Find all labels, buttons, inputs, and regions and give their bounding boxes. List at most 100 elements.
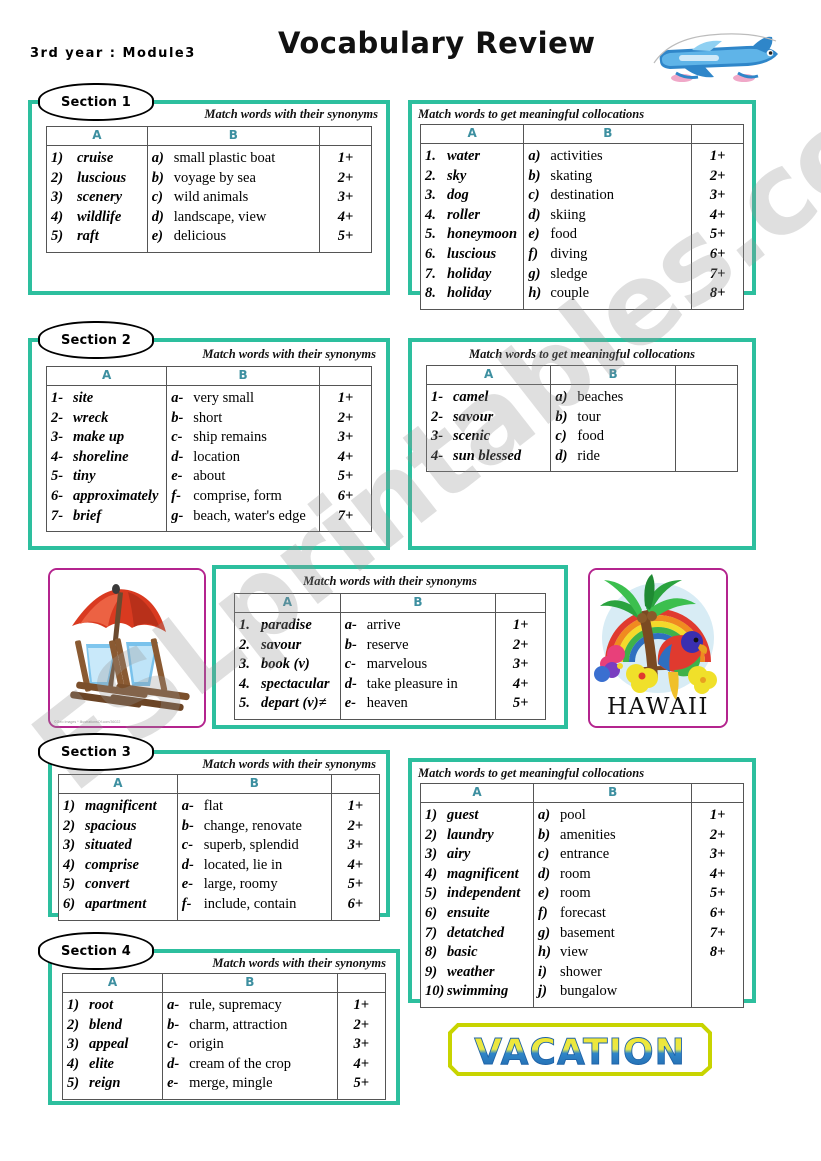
answer-slot[interactable]: 1+ bbox=[324, 149, 367, 169]
column-a-cell[interactable]: 1- camel 2- savour 3- scenic 4- sun blessed bbox=[425, 383, 552, 473]
match-item-key: 4) bbox=[63, 856, 76, 873]
match-item-value: large, roomy bbox=[203, 876, 278, 893]
answer-slot[interactable]: 3+ bbox=[696, 845, 739, 865]
match-item-key: 5) bbox=[67, 1075, 80, 1092]
answer-column-cell[interactable]: 1+ 2+ 3+ 4+ 5+ 6+ 7+ 8+ bbox=[691, 802, 744, 1008]
answer-slot[interactable]: 4+ bbox=[696, 206, 739, 226]
answer-slot[interactable]: 8+ bbox=[696, 284, 739, 304]
column-b-cell[interactable]: a) small plastic boat b) voyage by sea c) wil… bbox=[146, 145, 321, 253]
answer-slot[interactable]: 2+ bbox=[336, 817, 375, 837]
answer-slot[interactable]: 2+ bbox=[696, 826, 739, 846]
answer-column-cell[interactable]: 1+ 2+ 3+ 4+ 5+ bbox=[495, 612, 546, 720]
match-item-key: c) bbox=[538, 846, 550, 863]
answer-slot[interactable]: 1+ bbox=[696, 147, 739, 167]
answer-slot[interactable]: 3+ bbox=[324, 428, 367, 448]
match-item-value: location bbox=[193, 448, 240, 465]
answer-slot[interactable]: 7+ bbox=[696, 265, 739, 285]
answer-slot[interactable]: 3+ bbox=[500, 655, 541, 675]
column-a-cell[interactable]: 1) magnificent 2) spacious 3) situated 4) compr… bbox=[58, 793, 178, 921]
column-a-cell[interactable]: 1) guest 2) laundry 3) airy 4) magnificent 5) ind… bbox=[419, 802, 535, 1008]
match-item-key: d- bbox=[181, 856, 194, 873]
answer-slot[interactable]: 1+ bbox=[324, 389, 367, 409]
column-b-cell[interactable]: a-rule, supremacy b-charm, attraction c-or… bbox=[162, 992, 338, 1100]
answer-column-cell[interactable]: 1+ 2+ 3+ 4+ 5+ bbox=[336, 992, 387, 1100]
answer-slot[interactable]: 3+ bbox=[336, 836, 375, 856]
answer-slot[interactable]: 5+ bbox=[324, 227, 367, 247]
match-item-key: 1. bbox=[239, 617, 250, 633]
answer-column-cell[interactable]: 1+ 2+ 3+ 4+ 5+ 6+ bbox=[330, 793, 381, 921]
column-b-cell[interactable]: a-flat b-change, renovate c-superb, splend… bbox=[176, 793, 332, 921]
column-b-cell[interactable]: a-very small b-short c-ship remains d-locat… bbox=[166, 384, 320, 533]
match-item-value: wildlife bbox=[77, 208, 122, 225]
match-table[interactable]: A B 1) cruise 2) luscious 3) scenery 4) wildlif… bbox=[46, 126, 372, 253]
match-item-value: merge, mingle bbox=[189, 1075, 273, 1092]
answer-slot[interactable]: 8+ bbox=[696, 943, 739, 963]
answer-slot[interactable]: 1+ bbox=[500, 616, 541, 636]
answer-slot[interactable]: 5+ bbox=[336, 875, 375, 895]
match-table[interactable]: A B 1. water 2. sky 3. dog 4. roller 5. honeymoon… bbox=[419, 124, 744, 310]
section-4-synonyms-panel: Match words with their synonyms A B 1) ro… bbox=[48, 949, 400, 1105]
match-item-value: weather bbox=[447, 963, 495, 980]
panel-title: Match words to get meaningful collocatio… bbox=[418, 107, 645, 121]
answer-slot[interactable]: 3+ bbox=[342, 1035, 381, 1055]
answer-slot[interactable]: 4+ bbox=[500, 675, 541, 695]
column-a-cell[interactable]: 1) root 2) blend 3) appeal 4) elite 5) reign bbox=[61, 992, 164, 1100]
answer-slot[interactable]: 4+ bbox=[336, 856, 375, 876]
answer-slot[interactable]: 5+ bbox=[500, 694, 541, 714]
answer-slot[interactable]: 2+ bbox=[324, 169, 367, 189]
answer-column-cell[interactable]: 1+ 2+ 3+ 4+ 5+ 6+ 7+ bbox=[319, 384, 372, 533]
column-a-cell[interactable]: 1. water 2. sky 3. dog 4. roller 5. honeymoon 6. lu… bbox=[419, 143, 525, 310]
answer-slot[interactable]: 5+ bbox=[696, 225, 739, 245]
answer-slot[interactable]: 5+ bbox=[324, 467, 367, 487]
column-a-cell[interactable]: 1- site 2- wreck 3- make up 4- shoreline 5- tiny 6… bbox=[45, 384, 168, 533]
match-table[interactable]: A B 1) guest 2) laundry 3) airy 4) magnificent 5… bbox=[419, 783, 744, 1008]
column-a-cell[interactable]: 1. paradise 2. savour 3. book (v) 4. spectacula… bbox=[234, 612, 341, 720]
answer-slot[interactable]: 4+ bbox=[696, 865, 739, 885]
answer-slot[interactable]: 7+ bbox=[324, 507, 367, 527]
answer-column-cell[interactable] bbox=[674, 383, 739, 473]
match-item-key: g) bbox=[528, 265, 541, 282]
answer-column-cell[interactable]: 1+ 2+ 3+ 4+ 5+ 6+ 7+ 8+ bbox=[691, 143, 744, 310]
answer-slot[interactable]: 5+ bbox=[696, 884, 739, 904]
answer-slot[interactable]: 2+ bbox=[342, 1016, 381, 1036]
answer-slot[interactable]: 1+ bbox=[336, 797, 375, 817]
match-table[interactable]: A B 1) root 2) blend 3) appeal 4) elite 5) reign … bbox=[61, 973, 387, 1100]
answer-slot[interactable]: 4+ bbox=[324, 208, 367, 228]
column-a-cell[interactable]: 1) cruise 2) luscious 3) scenery 4) wildlife 5) r… bbox=[46, 145, 148, 253]
answer-slot[interactable]: 1+ bbox=[342, 996, 381, 1016]
answer-slot[interactable]: 2+ bbox=[324, 409, 367, 429]
match-item-value: located, lie in bbox=[203, 856, 283, 873]
match-table[interactable]: A B 1- site 2- wreck 3- make up 4- shoreline 5- t… bbox=[45, 366, 372, 533]
match-table[interactable]: A B 1- camel 2- savour 3- scenic 4- sun blessed… bbox=[425, 365, 739, 473]
column-b-cell[interactable]: a) beaches b) tour c) food d) ride bbox=[550, 383, 676, 473]
match-item-value: origin bbox=[189, 1036, 224, 1053]
answer-slot[interactable]: 3+ bbox=[696, 186, 739, 206]
answer-column-cell[interactable]: 1+ 2+ 3+ 4+ 5+ bbox=[319, 145, 372, 253]
match-item-value: small plastic boat bbox=[173, 150, 276, 166]
answer-slot[interactable]: 4+ bbox=[324, 448, 367, 468]
column-b-cell[interactable]: a) pool b) amenities c) entrance d) room e) room f… bbox=[533, 802, 693, 1008]
column-header-b: B bbox=[550, 365, 676, 385]
match-item-key: c) bbox=[151, 189, 164, 206]
answer-slot[interactable]: 2+ bbox=[500, 636, 541, 656]
match-table[interactable]: A B 1. paradise 2. savour 3. book (v) 4. specta… bbox=[234, 593, 546, 720]
answer-slot[interactable]: 6+ bbox=[324, 487, 367, 507]
column-b-cell[interactable]: a) activities b) skating c) destination d) skii… bbox=[523, 143, 693, 310]
answer-slot[interactable]: 1+ bbox=[696, 806, 739, 826]
answer-slot[interactable]: 7+ bbox=[696, 924, 739, 944]
answer-slot[interactable]: 2+ bbox=[696, 167, 739, 187]
answer-slot[interactable]: 6+ bbox=[696, 245, 739, 265]
match-item-value: roller bbox=[447, 206, 481, 223]
match-item-value: convert bbox=[85, 876, 130, 893]
answer-slot[interactable]: 4+ bbox=[342, 1055, 381, 1075]
answer-slot[interactable]: 6+ bbox=[696, 904, 739, 924]
match-item: 2- wreck bbox=[51, 409, 162, 429]
match-item-key: b) bbox=[538, 826, 551, 843]
answer-slot[interactable]: 6+ bbox=[336, 895, 375, 915]
answer-slot[interactable]: 3+ bbox=[324, 188, 367, 208]
match-table[interactable]: A B 1) magnificent 2) spacious 3) situated 4) c… bbox=[58, 774, 381, 921]
match-item: 5- tiny bbox=[51, 467, 162, 487]
answer-slot[interactable]: 5+ bbox=[342, 1074, 381, 1094]
column-b-cell[interactable]: a-arrive b-reserve c-marvelous d-take pleas… bbox=[339, 612, 497, 720]
match-item: e) delicious bbox=[152, 227, 315, 247]
